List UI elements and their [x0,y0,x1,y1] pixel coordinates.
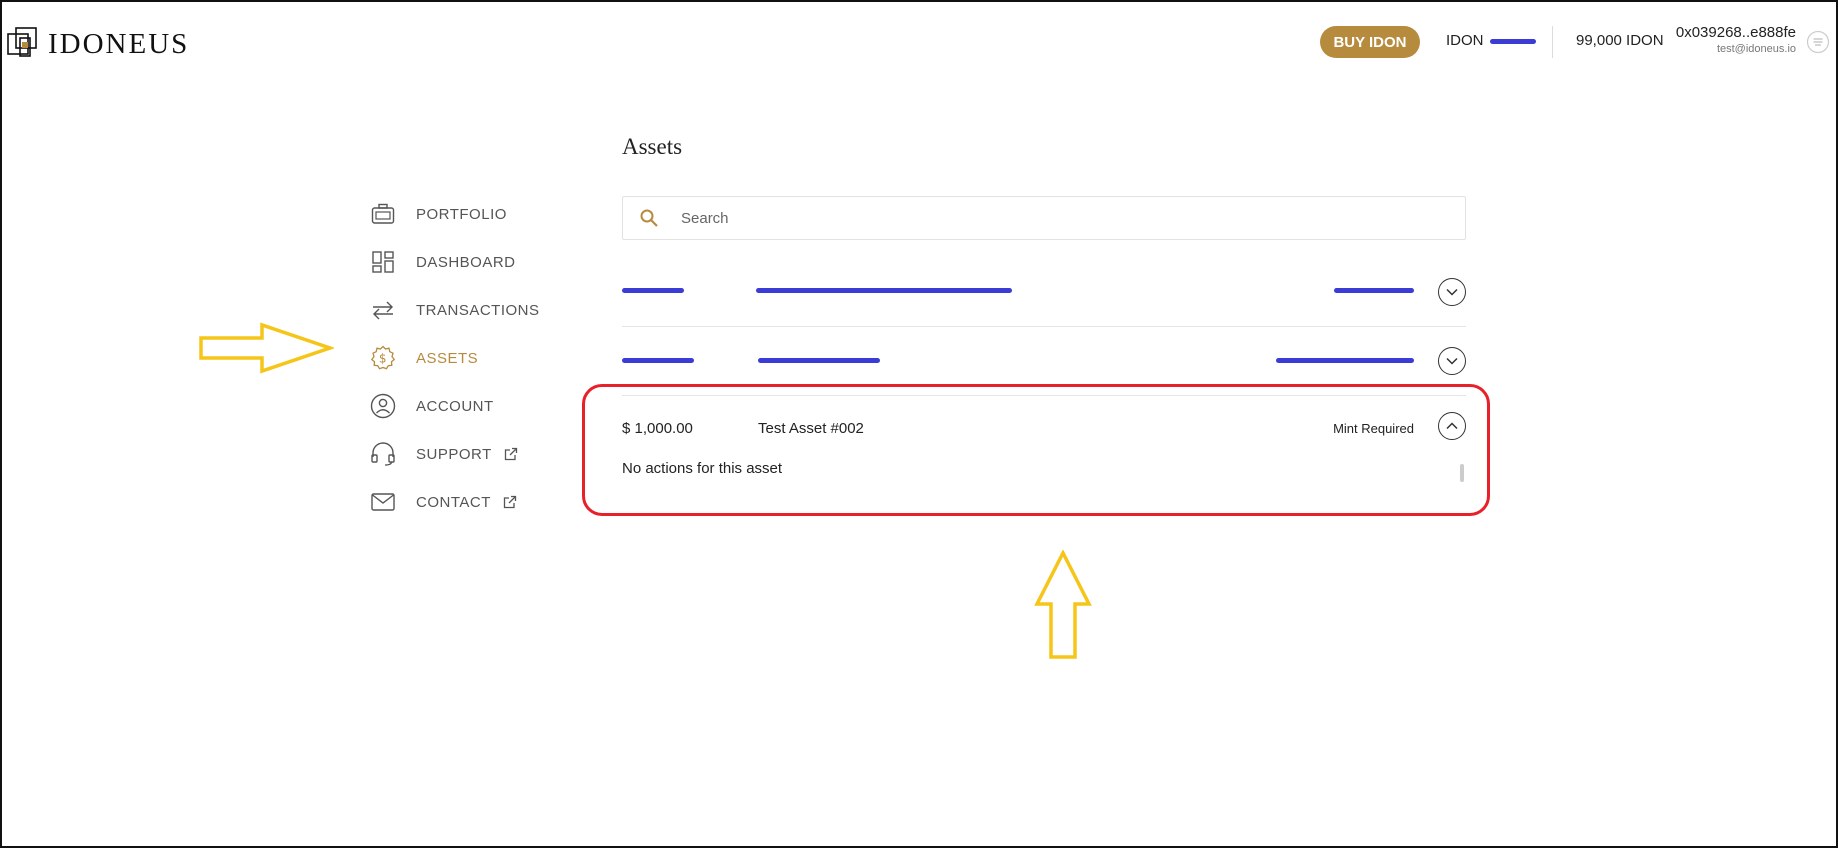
sidebar-item-label: ASSETS [416,349,479,367]
page-title: Assets [622,134,683,159]
search-icon [640,209,658,227]
asset-row[interactable] [622,327,1466,396]
account-menu-icon[interactable] [1806,30,1830,54]
collapse-toggle-button[interactable] [1438,412,1466,440]
sidebar-item-label: SUPPORT [416,445,492,463]
chevron-down-icon [1446,288,1458,296]
expand-toggle-button[interactable] [1438,278,1466,306]
headset-icon [370,441,396,467]
asset-row[interactable] [622,258,1466,327]
sidebar-item-account[interactable]: ACCOUNT [370,382,540,430]
redacted-asset-name [758,358,880,363]
envelope-icon [370,489,396,515]
wallet-address: 0x039268..e888fe [1675,24,1796,41]
external-link-icon [503,495,517,509]
search-box[interactable] [622,196,1466,240]
redaction-mark [1489,38,1536,44]
redacted-price [622,288,684,293]
sidebar-item-contact[interactable]: CONTACT [370,478,540,526]
sidebar-item-support[interactable]: SUPPORT [370,430,540,478]
idon-price-label: IDON [1446,32,1484,49]
redacted-asset-name [756,288,1012,293]
asset-actions-text: No actions for this asset [622,460,783,477]
dashboard-grid-icon [370,249,396,275]
sidebar-item-dashboard[interactable]: DASHBOARD [370,238,540,286]
redacted-status [1334,288,1414,293]
sidebar-item-label: TRANSACTIONS [416,301,540,319]
wallet-email: test@idoneus.io [1716,43,1796,55]
idon-balance: 99,000 IDON [1576,32,1664,49]
swap-arrows-icon [370,297,396,323]
asset-price: $ 1,000.00 [622,420,693,437]
redacted-price [622,358,694,363]
external-link-icon [504,447,517,461]
idon-price: IDON [1446,32,1536,49]
redacted-status [1276,358,1414,363]
sidebar-item-label: ACCOUNT [416,397,494,415]
briefcase-icon [370,201,396,227]
sidebar-item-label: PORTFOLIO [416,205,507,223]
sidebar-nav: PORTFOLIO DASHBOARD TRANSACTIONS $ ASSET… [370,190,540,526]
brand-name: IDONEUS [48,27,190,60]
header-divider [1552,26,1553,58]
chevron-up-icon [1446,422,1458,430]
dollar-gear-icon: $ [370,345,396,371]
asset-row-expanded[interactable]: $ 1,000.00 Test Asset #002 Mint Required… [622,396,1466,496]
wallet-info[interactable]: 0x039268..e888fe test@idoneus.io [1676,24,1796,55]
expand-toggle-button[interactable] [1438,347,1466,375]
sidebar-item-assets[interactable]: $ ASSETS [370,334,540,382]
svg-text:$: $ [379,352,387,366]
user-circle-icon [370,393,396,419]
asset-name: Test Asset #002 [758,420,864,437]
search-input[interactable] [679,208,1443,228]
sidebar-item-transactions[interactable]: TRANSACTIONS [370,286,540,334]
sidebar-item-label: CONTACT [416,493,491,511]
logo-mark-icon [7,27,37,57]
asset-status: Mint Required [1333,421,1414,436]
buy-idon-button[interactable]: BUY IDON [1320,26,1420,58]
sidebar-item-portfolio[interactable]: PORTFOLIO [370,190,540,238]
sidebar-item-label: DASHBOARD [416,253,516,271]
chevron-down-icon [1446,357,1458,365]
brand-logo[interactable]: IDONEUS [6,26,189,62]
scrollbar-thumb[interactable] [1460,464,1464,482]
